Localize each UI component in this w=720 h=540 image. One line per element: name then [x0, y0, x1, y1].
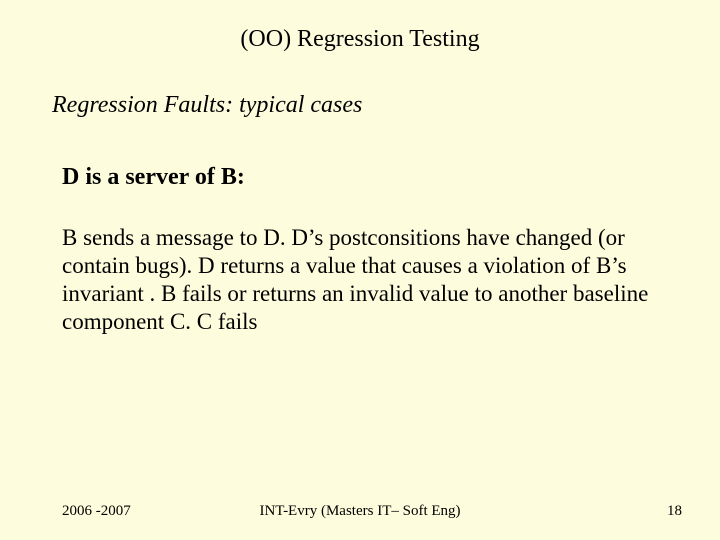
footer-institution: INT-Evry (Masters IT– Soft Eng)	[0, 503, 720, 520]
page-number: 18	[667, 503, 682, 520]
section-heading: D is a server of B:	[62, 164, 245, 191]
slide-subtitle: Regression Faults: typical cases	[52, 92, 362, 119]
body-text: B sends a message to D. D’s postconsitio…	[62, 224, 662, 336]
slide: (OO) Regression Testing Regression Fault…	[0, 0, 720, 540]
slide-title: (OO) Regression Testing	[0, 26, 720, 53]
